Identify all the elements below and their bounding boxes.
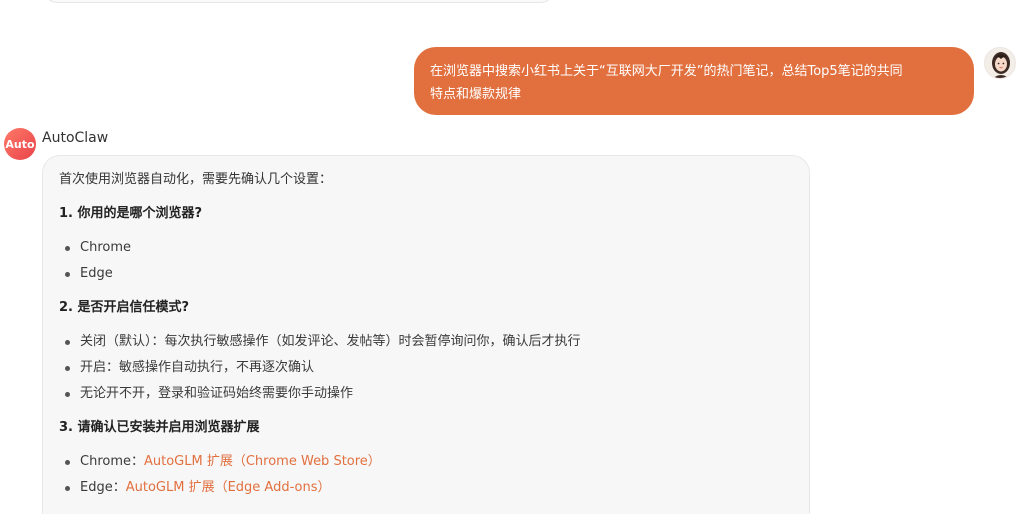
previous-message-card <box>42 0 556 3</box>
user-message-line-1: 在浏览器中搜索小红书上关于“互联网大厂开发”的热门笔记，总结Top5笔记的共同 <box>430 64 903 79</box>
bot-name: AutoClaw <box>42 130 109 146</box>
trust-note: 无论开不开，登录和验证码始终需要你手动操作 <box>80 386 354 401</box>
question-2-heading: 2. 是否开启信任模式? <box>59 300 190 315</box>
list-bullet <box>65 486 70 491</box>
trust-option-on: 开启：敏感操作自动执行，不再逐次确认 <box>80 360 315 375</box>
list-bullet <box>65 460 70 465</box>
list-bullet <box>65 246 70 251</box>
extension-label-chrome: Chrome： <box>80 454 144 469</box>
list-bullet <box>65 366 70 371</box>
extension-label-edge: Edge： <box>80 480 126 495</box>
list-bullet <box>65 340 70 345</box>
trust-option-off: 关闭（默认）：每次执行敏感操作（如发评论、发帖等）时会暂停询问你，确认后才执行 <box>80 334 581 349</box>
extension-item-chrome: Chrome：AutoGLM 扩展（Chrome Web Store） <box>80 453 381 471</box>
chat-view: 在浏览器中搜索小红书上关于“互联网大厂开发”的热门笔记，总结Top5笔记的共同 … <box>0 0 1024 514</box>
assistant-intro: 首次使用浏览器自动化，需要先确认几个设置： <box>59 172 333 187</box>
user-avatar[interactable] <box>984 47 1016 79</box>
question-3-heading: 3. 请确认已安装并启用浏览器扩展 <box>59 420 260 435</box>
list-bullet <box>65 272 70 277</box>
edge-extension-link[interactable]: AutoGLM 扩展（Edge Add-ons） <box>126 480 331 495</box>
browser-option-edge: Edge <box>80 266 113 281</box>
browser-option-chrome: Chrome <box>80 240 131 255</box>
bot-avatar: Auto <box>4 128 36 160</box>
question-1-heading: 1. 你用的是哪个浏览器? <box>59 206 203 221</box>
user-message-line-2: 特点和爆款规律 <box>430 87 522 102</box>
user-message-bubble: 在浏览器中搜索小红书上关于“互联网大厂开发”的热门笔记，总结Top5笔记的共同 … <box>414 47 974 115</box>
chrome-extension-link[interactable]: AutoGLM 扩展（Chrome Web Store） <box>144 454 381 469</box>
list-bullet <box>65 392 70 397</box>
extension-item-edge: Edge：AutoGLM 扩展（Edge Add-ons） <box>80 479 330 497</box>
